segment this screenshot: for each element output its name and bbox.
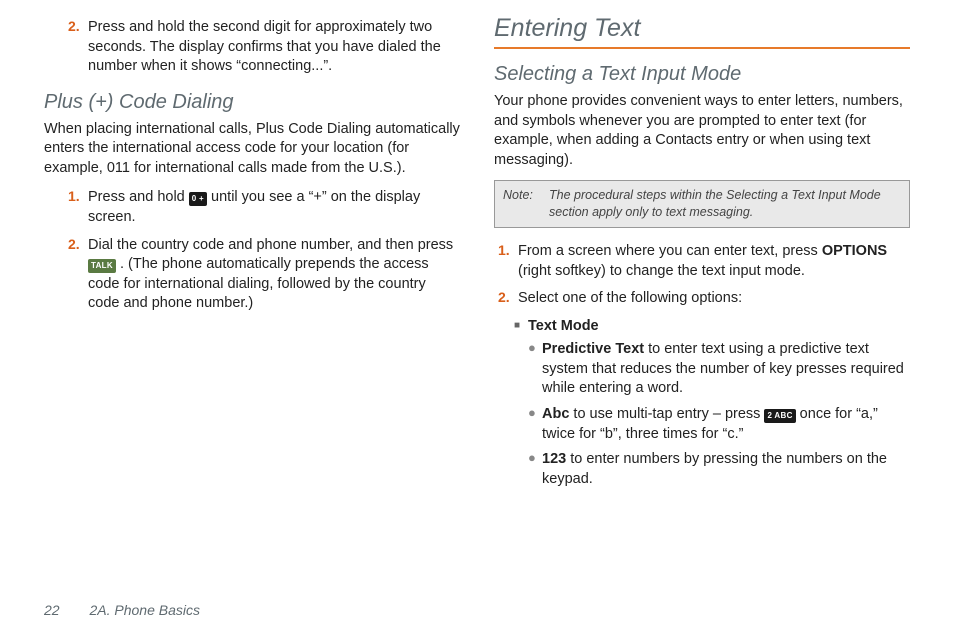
option-text: Abc to use multi-tap entry – press 2 ABC… (542, 405, 910, 444)
manual-page: 2. Press and hold the second digit for a… (0, 0, 954, 636)
list-item: 2. Select one of the following options: (494, 289, 910, 309)
bullet-icon: ● (528, 405, 542, 444)
right-column: Entering Text Selecting a Text Input Mod… (494, 14, 910, 582)
option-text: Predictive Text to enter text using a pr… (542, 340, 910, 399)
text-mode-label: Text Mode (528, 317, 599, 337)
step-text: Dial the country code and phone number, … (88, 236, 460, 314)
step-number: 2. (64, 236, 88, 314)
step-number: 2. (64, 18, 88, 77)
note-label: Note: (503, 187, 549, 221)
two-abc-key-icon: 2 ABC (764, 409, 795, 423)
step-number: 1. (494, 242, 518, 281)
sub-list-item: ■ Text Mode (494, 317, 910, 337)
subsection-heading: Plus (+) Code Dialing (44, 91, 460, 114)
paragraph: When placing international calls, Plus C… (44, 120, 460, 179)
step-number: 1. (64, 188, 88, 227)
section-heading: Entering Text (494, 14, 910, 43)
bullet-icon: ● (528, 340, 542, 399)
sub2-list-item: ● 123 to enter numbers by pressing the n… (494, 450, 910, 489)
list-item: 1. From a screen where you can enter tex… (494, 242, 910, 281)
sub2-list-item: ● Predictive Text to enter text using a … (494, 340, 910, 399)
left-column: 2. Press and hold the second digit for a… (44, 14, 460, 582)
page-footer: 22 2A. Phone Basics (44, 582, 910, 618)
step-text: From a screen where you can enter text, … (518, 242, 910, 281)
text-fragment: Dial the country code and phone number, … (88, 237, 453, 253)
note-box: Note: The procedural steps within the Se… (494, 180, 910, 228)
paragraph: Your phone provides convenient ways to e… (494, 92, 910, 170)
two-column-layout: 2. Press and hold the second digit for a… (44, 14, 910, 582)
note-text: The procedural steps within the Selectin… (549, 187, 901, 221)
option-name: 123 (542, 451, 566, 467)
bullet-icon: ● (528, 450, 542, 489)
talk-key-icon: TALK (88, 259, 116, 273)
subsection-heading: Selecting a Text Input Mode (494, 63, 910, 86)
text-fragment: to use multi-tap entry – press (569, 406, 764, 422)
page-number: 22 (44, 602, 60, 618)
text-fragment: to enter numbers by pressing the numbers… (542, 451, 887, 487)
step-number: 2. (494, 289, 518, 309)
list-item: 1. Press and hold 0 + until you see a “+… (64, 188, 460, 227)
list-item: 2. Dial the country code and phone numbe… (64, 236, 460, 314)
text-fragment: From a screen where you can enter text, … (518, 243, 822, 259)
text-fragment: . (The phone automatically prepends the … (88, 256, 429, 311)
option-name: Abc (542, 406, 569, 422)
step-text: Select one of the following options: (518, 289, 742, 309)
bold-text: OPTIONS (822, 243, 887, 259)
option-name: Predictive Text (542, 341, 644, 357)
option-text: 123 to enter numbers by pressing the num… (542, 450, 910, 489)
step-text: Press and hold the second digit for appr… (88, 18, 460, 77)
text-fragment: (right softkey) to change the text input… (518, 263, 805, 279)
text-fragment: Press and hold (88, 189, 189, 205)
bullet-icon: ■ (514, 317, 528, 337)
section-label: 2A. Phone Basics (89, 602, 200, 618)
zero-plus-key-icon: 0 + (189, 192, 207, 206)
list-item: 2. Press and hold the second digit for a… (64, 18, 460, 77)
divider-line (494, 47, 910, 49)
step-text: Press and hold 0 + until you see a “+” o… (88, 188, 460, 227)
sub2-list-item: ● Abc to use multi-tap entry – press 2 A… (494, 405, 910, 444)
